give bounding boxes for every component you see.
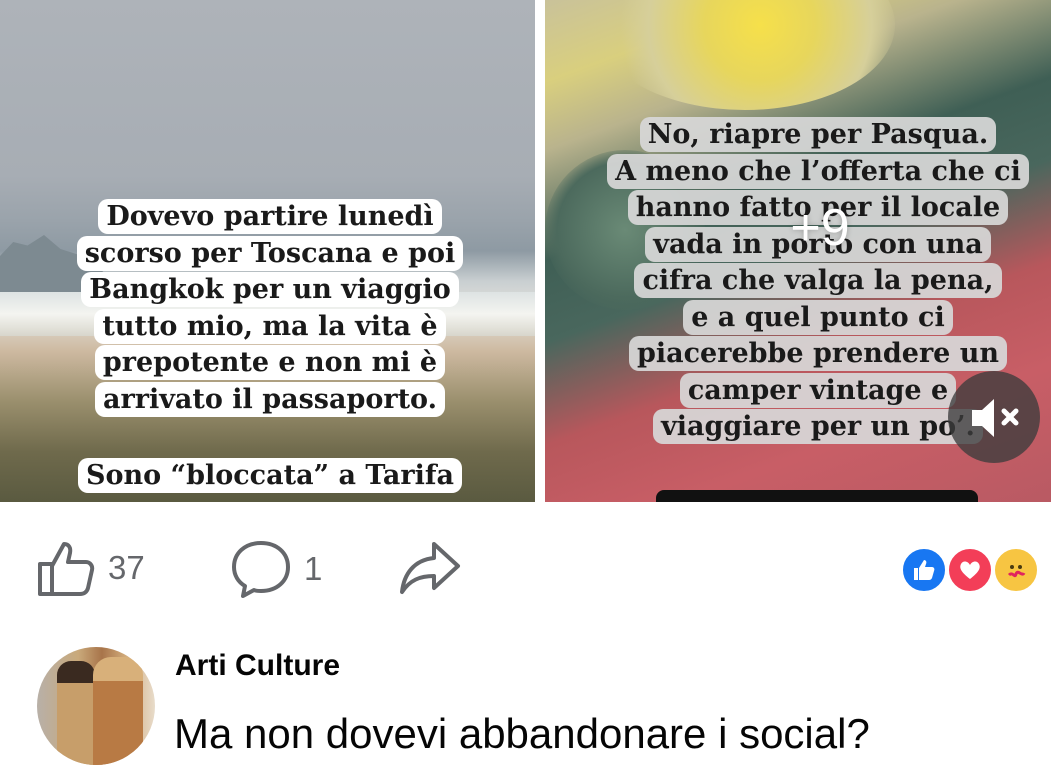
story-line: No, riapre per Pasqua. xyxy=(639,117,997,152)
share-button[interactable] xyxy=(398,538,462,598)
story-line: e a quel punto ci xyxy=(683,299,953,335)
video-progress-bar xyxy=(656,490,978,502)
story-line: Sono “bloccata” a Tarifa xyxy=(78,458,462,493)
speech-bubble-icon xyxy=(232,541,290,598)
speaker-muted-icon xyxy=(972,399,1019,437)
like-button[interactable]: 37 xyxy=(36,538,145,598)
story-text-left-second: Sono “bloccata” a Tarifa xyxy=(60,458,480,495)
story-line: A meno che l’offerta che ci xyxy=(607,153,1029,189)
media-gap xyxy=(535,0,545,502)
avatar-figure xyxy=(93,657,143,765)
avatar[interactable] xyxy=(37,647,155,765)
story-text-left: Dovevo partire lunedì scorso per Toscana… xyxy=(60,199,480,418)
like-reaction-icon xyxy=(900,546,948,594)
mute-button[interactable] xyxy=(948,371,1040,463)
flower-shape xyxy=(595,0,895,110)
comment-button[interactable]: 1 xyxy=(230,538,322,600)
comment-text: Ma non dovevi abbandonare i social? xyxy=(174,710,870,757)
comment-author[interactable]: Arti Culture xyxy=(175,649,340,683)
story-line: arrivato il passaporto. xyxy=(95,381,445,417)
reactions-summary[interactable] xyxy=(900,546,1050,598)
thumbs-up-icon xyxy=(38,542,95,596)
care-reaction-icon xyxy=(992,546,1040,594)
comment-item: Arti Culture Ma non dovevi abbandonare i… xyxy=(0,640,1051,778)
story-line: viaggiare per un po’. xyxy=(653,409,983,444)
story-line: Bangkok per un viaggio xyxy=(81,272,459,307)
more-photos-count[interactable]: +9 xyxy=(700,198,940,258)
story-line: scorso per Toscana e poi xyxy=(76,235,464,271)
like-count: 37 xyxy=(108,549,145,586)
story-line: piacerebbe prendere un xyxy=(628,336,1008,371)
avatar-figure xyxy=(57,661,95,765)
story-line: Dovevo partire lunedì xyxy=(98,199,442,234)
story-line: camper vintage e xyxy=(679,372,957,408)
love-reaction-icon xyxy=(946,546,994,594)
post-action-bar: 37 1 xyxy=(0,530,1051,610)
story-line: cifra che valga la pena, xyxy=(634,263,1002,298)
story-line: prepotente e non mi è xyxy=(94,345,446,380)
story-line: tutto mio, ma la vita è xyxy=(94,308,446,344)
comment-count: 1 xyxy=(304,550,323,587)
share-arrow-icon xyxy=(400,542,460,594)
